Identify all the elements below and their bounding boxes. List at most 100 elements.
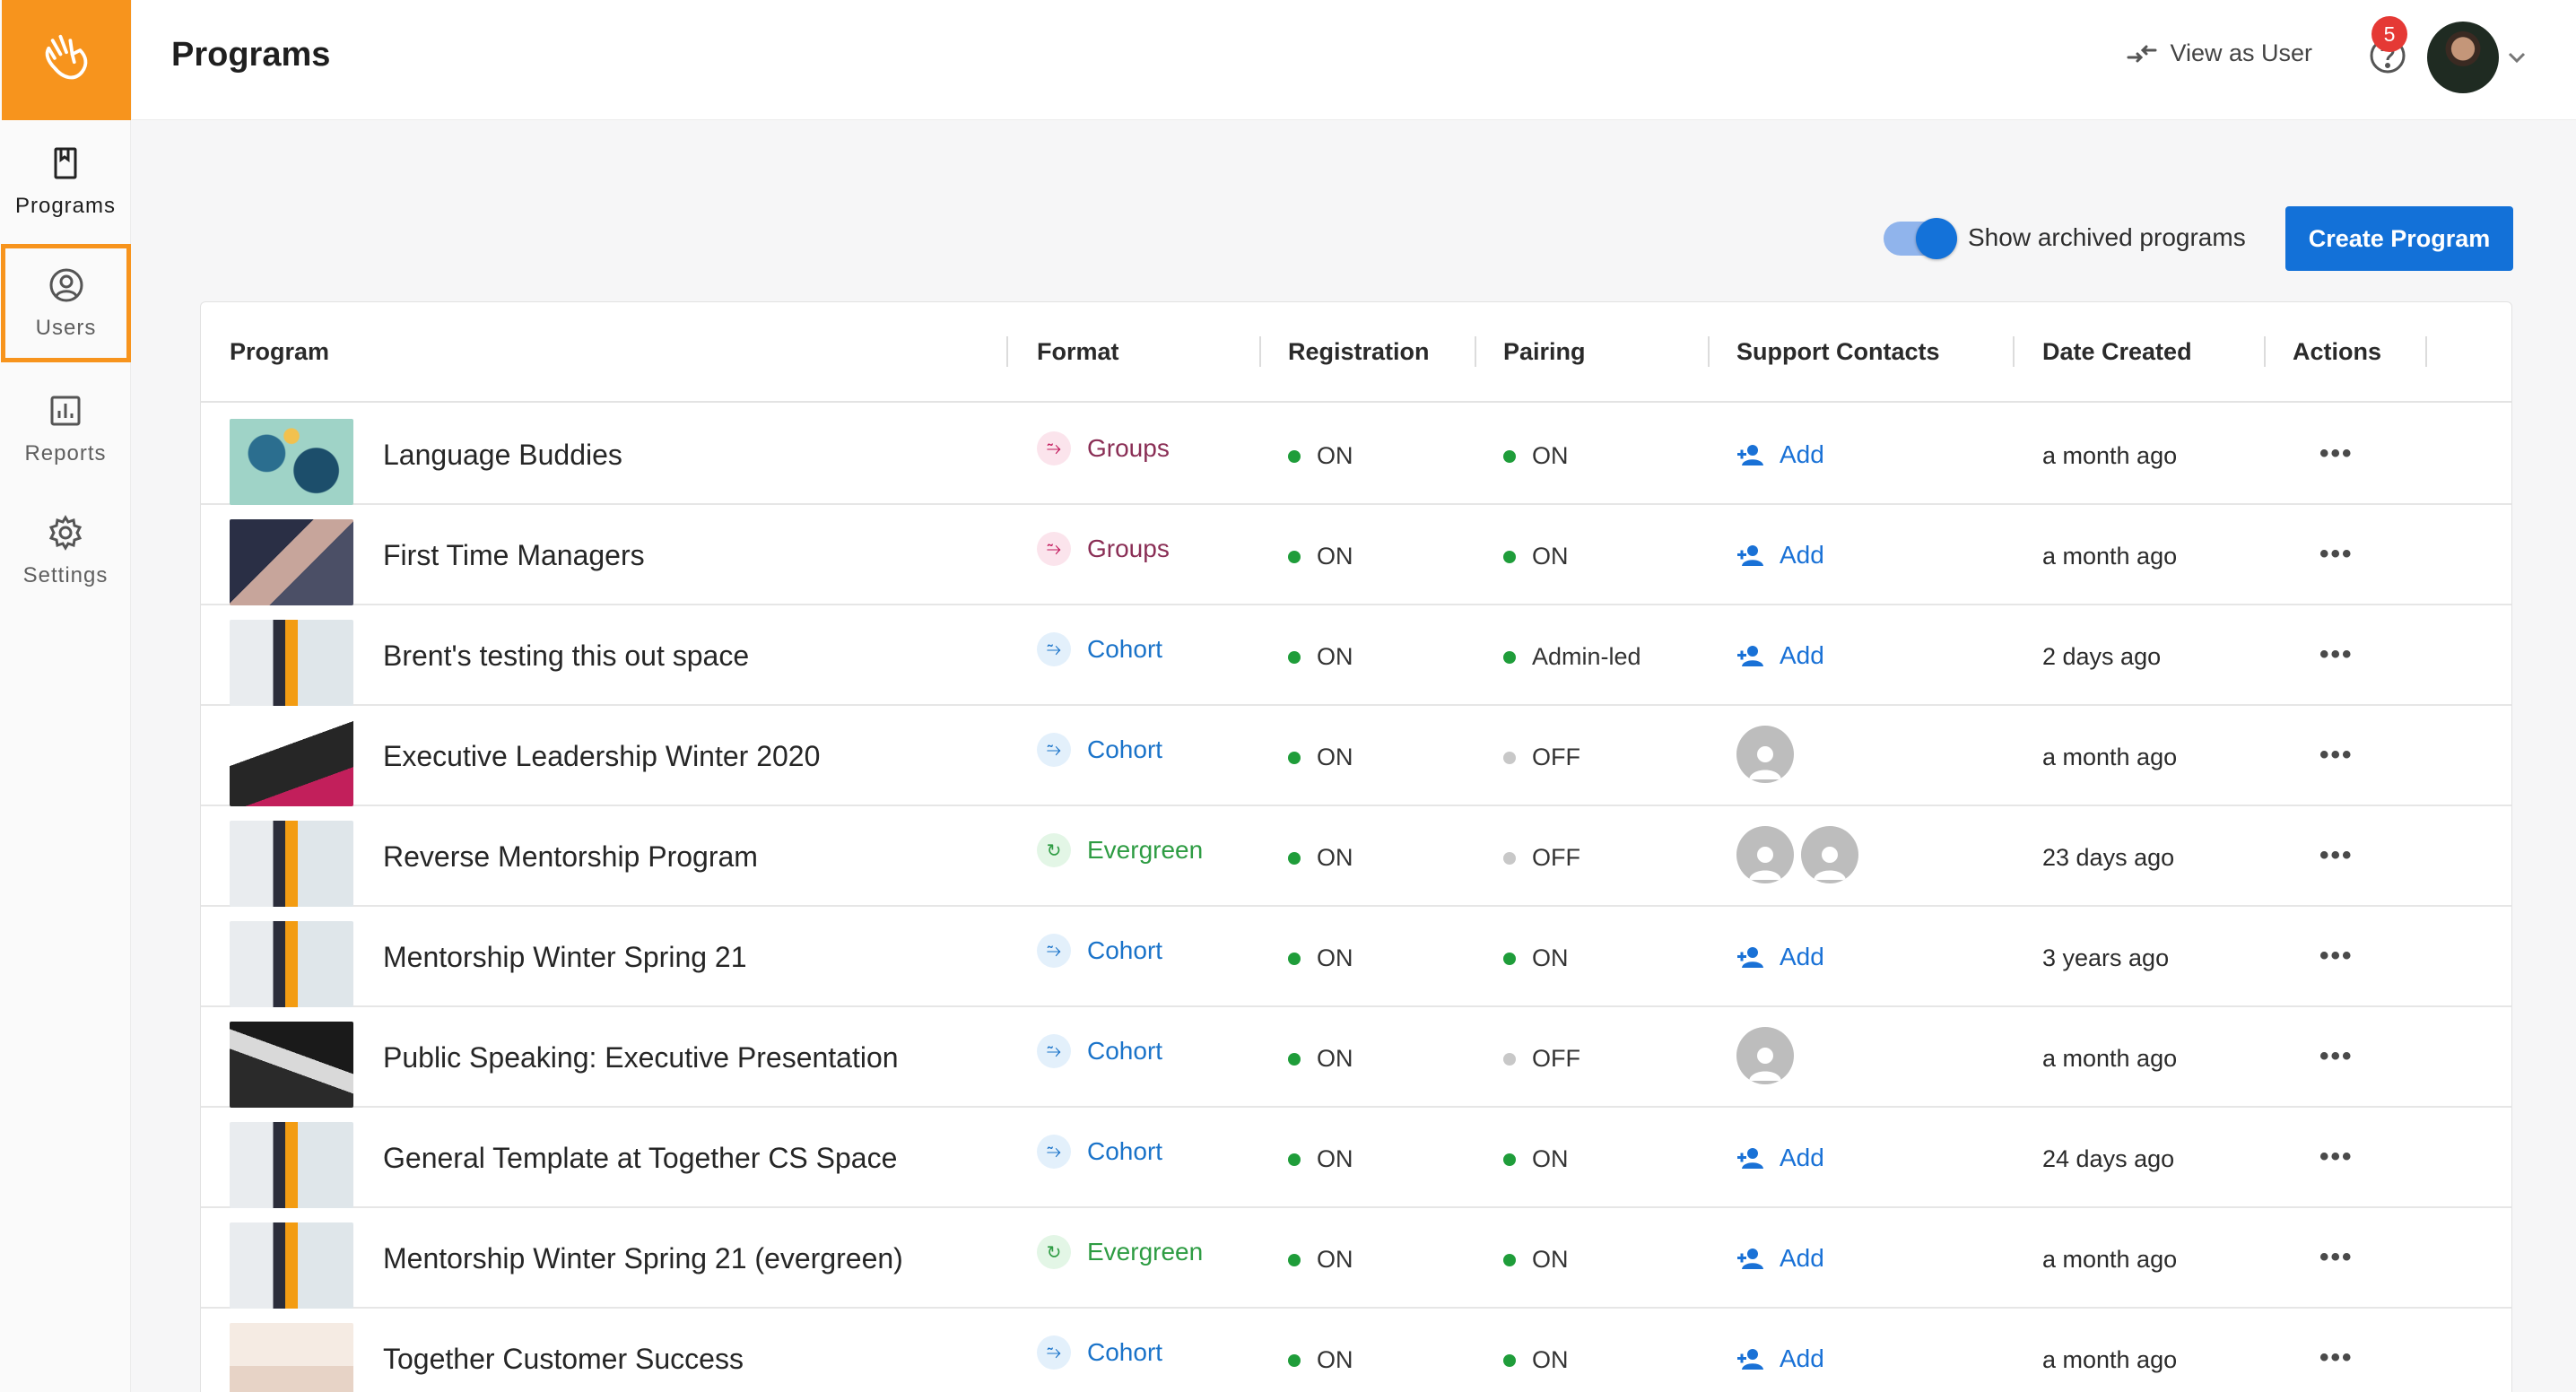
view-as-user-button[interactable]: View as User — [2127, 39, 2312, 67]
table-row[interactable]: Mentorship Winter Spring 21 (evergreen) … — [201, 1208, 2511, 1309]
program-thumbnail[interactable] — [230, 519, 353, 605]
add-support-contact-button[interactable]: Add — [1736, 541, 1824, 570]
column-separator — [2264, 336, 2266, 367]
groups-icon: ⥲ — [1037, 431, 1071, 465]
registration-status: ON — [1288, 944, 1353, 972]
program-name[interactable]: Mentorship Winter Spring 21 — [383, 941, 747, 974]
program-thumbnail[interactable] — [230, 1323, 353, 1392]
column-header-date-created[interactable]: Date Created — [2042, 338, 2192, 366]
column-header-pairing[interactable]: Pairing — [1503, 338, 1586, 366]
table-row[interactable]: First Time Managers ⥲ Groups ON ON Add a… — [201, 505, 2511, 605]
table-row[interactable]: Public Speaking: Executive Presentation … — [201, 1007, 2511, 1108]
format-label: Groups — [1087, 535, 1170, 562]
registration-label: ON — [1317, 442, 1353, 469]
date-created: 23 days ago — [2042, 844, 2175, 871]
status-dot — [1503, 1052, 1516, 1066]
date-created: a month ago — [2042, 543, 2178, 570]
more-actions-icon[interactable]: ••• — [2319, 1041, 2354, 1072]
column-header-program[interactable]: Program — [230, 338, 329, 366]
program-thumbnail[interactable] — [230, 620, 353, 706]
more-actions-icon[interactable]: ••• — [2319, 1242, 2354, 1273]
support-contacts — [1736, 1027, 1794, 1084]
more-actions-icon[interactable]: ••• — [2319, 840, 2354, 871]
sidebar-item-settings[interactable]: Settings — [0, 492, 131, 610]
registration-label: ON — [1317, 1246, 1353, 1273]
format-label: Cohort — [1087, 635, 1163, 663]
sidebar-item-reports[interactable]: Reports — [0, 370, 131, 488]
more-actions-icon[interactable]: ••• — [2319, 1142, 2354, 1172]
user-circle-icon — [49, 268, 83, 302]
programs-table: Program Format Registration Pairing Supp… — [200, 301, 2512, 1392]
program-thumbnail[interactable] — [230, 1022, 353, 1108]
program-thumbnail[interactable] — [230, 419, 353, 505]
table-row[interactable]: Reverse Mentorship Program ↻ Evergreen O… — [201, 806, 2511, 907]
column-header-support-contacts[interactable]: Support Contacts — [1736, 338, 1940, 366]
status-dot — [1503, 1253, 1516, 1266]
avatar[interactable] — [2427, 22, 2499, 93]
more-actions-icon[interactable]: ••• — [2319, 639, 2354, 670]
pairing-status: Admin-led — [1503, 643, 1641, 671]
program-thumbnail[interactable] — [230, 720, 353, 806]
program-name[interactable]: Language Buddies — [383, 439, 622, 472]
status-dot — [1288, 650, 1301, 664]
pairing-label: OFF — [1532, 744, 1580, 770]
more-actions-icon[interactable]: ••• — [2319, 1343, 2354, 1373]
registration-label: ON — [1317, 643, 1353, 670]
table-row[interactable]: General Template at Together CS Space ⥲ … — [201, 1108, 2511, 1208]
more-actions-icon[interactable]: ••• — [2319, 740, 2354, 770]
program-thumbnail[interactable] — [230, 921, 353, 1007]
more-actions-icon[interactable]: ••• — [2319, 439, 2354, 469]
table-row[interactable]: Together Customer Success ⥲ Cohort ON ON… — [201, 1309, 2511, 1392]
program-thumbnail[interactable] — [230, 821, 353, 907]
table-row[interactable]: Brent's testing this out space ⥲ Cohort … — [201, 605, 2511, 706]
add-support-contact-button[interactable]: Add — [1736, 1144, 1824, 1172]
chevron-down-icon[interactable] — [2504, 45, 2529, 70]
program-name[interactable]: Public Speaking: Executive Presentation — [383, 1041, 899, 1074]
status-dot — [1503, 1353, 1516, 1367]
support-contact-avatar[interactable] — [1736, 726, 1794, 783]
program-name[interactable]: Brent's testing this out space — [383, 639, 749, 673]
add-label: Add — [1780, 943, 1824, 970]
show-archived-toggle-knob[interactable] — [1916, 218, 1957, 259]
program-name[interactable]: General Template at Together CS Space — [383, 1142, 897, 1175]
sidebar-item-users[interactable]: Users — [1, 244, 131, 362]
support-contact-avatar[interactable] — [1736, 1027, 1794, 1084]
table-row[interactable]: Mentorship Winter Spring 21 ⥲ Cohort ON … — [201, 907, 2511, 1007]
table-row[interactable]: Executive Leadership Winter 2020 ⥲ Cohor… — [201, 706, 2511, 806]
format-label: Cohort — [1087, 735, 1163, 763]
program-name[interactable]: Mentorship Winter Spring 21 (evergreen) — [383, 1242, 903, 1275]
program-name[interactable]: First Time Managers — [383, 539, 645, 572]
pairing-status: ON — [1503, 1145, 1569, 1173]
add-label: Add — [1780, 1144, 1824, 1171]
program-thumbnail[interactable] — [230, 1222, 353, 1309]
page-title: Programs — [171, 36, 331, 74]
column-header-registration[interactable]: Registration — [1288, 338, 1430, 366]
add-support-contact-button[interactable]: Add — [1736, 943, 1824, 971]
support-contact-avatar[interactable] — [1736, 826, 1794, 883]
show-archived-label: Show archived programs — [1968, 223, 2246, 251]
format-badge: ⥲ Groups — [1037, 431, 1170, 465]
add-support-contact-button[interactable]: Add — [1736, 440, 1824, 469]
column-separator — [1475, 336, 1476, 367]
table-row[interactable]: Language Buddies ⥲ Groups ON ON Add a mo… — [201, 405, 2511, 505]
more-actions-icon[interactable]: ••• — [2319, 539, 2354, 570]
create-program-button[interactable]: Create Program — [2285, 206, 2513, 271]
program-name[interactable]: Reverse Mentorship Program — [383, 840, 758, 874]
registration-status: ON — [1288, 844, 1353, 872]
program-name[interactable]: Together Customer Success — [383, 1343, 744, 1376]
top-header: Programs View as User 5 — [132, 0, 2576, 120]
support-contact-avatar[interactable] — [1801, 826, 1858, 883]
program-thumbnail[interactable] — [230, 1122, 353, 1208]
program-name[interactable]: Executive Leadership Winter 2020 — [383, 740, 820, 773]
status-dot — [1288, 751, 1301, 764]
status-dot — [1288, 851, 1301, 865]
add-support-contact-button[interactable]: Add — [1736, 1244, 1824, 1273]
add-support-contact-button[interactable]: Add — [1736, 641, 1824, 670]
sidebar-item-programs[interactable]: Programs — [0, 122, 131, 240]
app-logo[interactable] — [2, 0, 131, 120]
registration-label: ON — [1317, 944, 1353, 971]
column-header-format[interactable]: Format — [1037, 338, 1119, 366]
status-dot — [1503, 550, 1516, 563]
add-support-contact-button[interactable]: Add — [1736, 1344, 1824, 1373]
more-actions-icon[interactable]: ••• — [2319, 941, 2354, 971]
